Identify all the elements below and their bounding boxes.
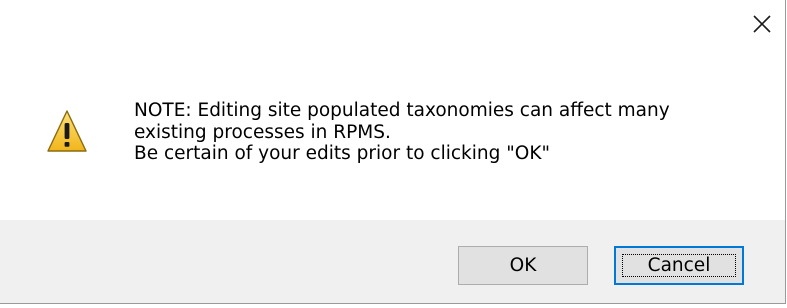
message-line-1: NOTE: Editing site populated taxonomies …	[134, 100, 670, 121]
warning-triangle-icon	[47, 110, 87, 152]
cancel-button[interactable]: Cancel	[614, 246, 744, 285]
close-icon	[753, 15, 771, 33]
dialog-button-bar: OK Cancel	[0, 220, 785, 303]
cancel-button-label: Cancel	[647, 255, 711, 276]
dialog-message: NOTE: Editing site populated taxonomies …	[134, 100, 774, 165]
message-line-3: Be certain of your edits prior to clicki…	[134, 143, 550, 164]
close-button[interactable]	[742, 6, 782, 42]
ok-button-label: OK	[509, 255, 537, 276]
message-line-2: existing processes in RPMS.	[134, 121, 391, 143]
ok-button[interactable]: OK	[458, 246, 588, 285]
message-dialog: NOTE: Editing site populated taxonomies …	[0, 0, 786, 304]
